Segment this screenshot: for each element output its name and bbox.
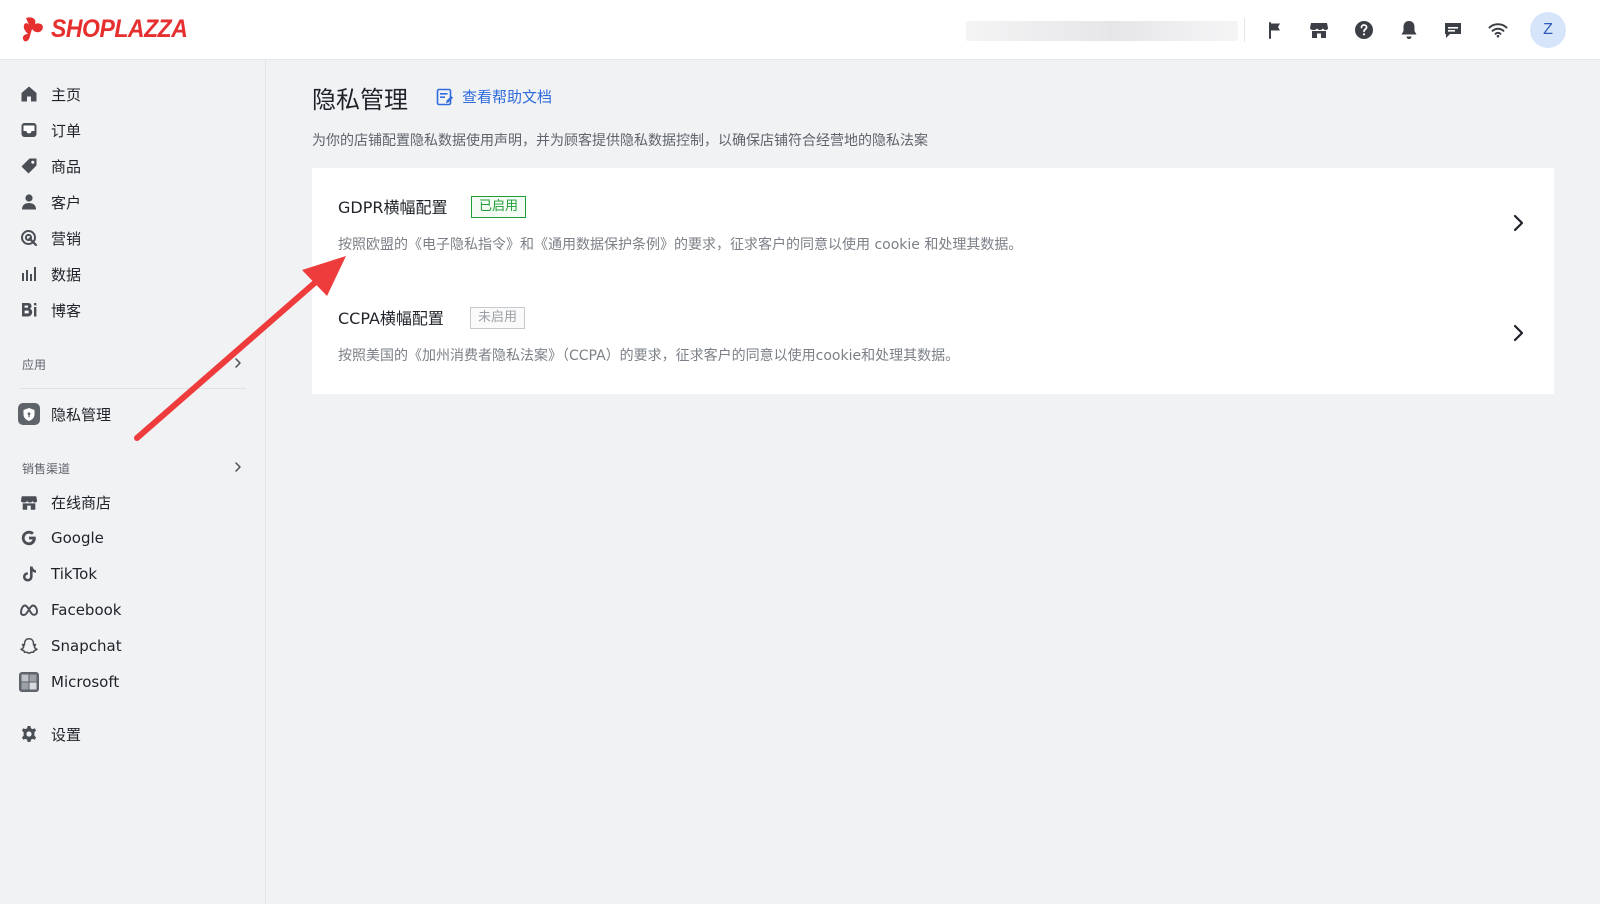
sidebar-item-home[interactable]: 主页 (18, 80, 248, 108)
microsoft-icon (18, 671, 40, 693)
sidebar-item-snapchat[interactable]: Snapchat (18, 632, 248, 660)
sales-channels-section-label[interactable]: 销售渠道 (22, 460, 70, 477)
sidebar-item-label: 隐私管理 (51, 405, 112, 424)
sidebar-item-label: 营销 (51, 229, 82, 248)
sidebar-item-label: 在线商店 (51, 493, 112, 512)
sidebar-item-label: 商品 (51, 157, 82, 176)
sidebar-item-facebook[interactable]: Facebook (18, 596, 248, 624)
bell-icon[interactable] (1397, 18, 1421, 42)
sidebar-item-online-store[interactable]: 在线商店 (18, 488, 248, 516)
chevron-right-icon[interactable] (232, 357, 244, 369)
meta-icon (18, 599, 40, 621)
status-badge-disabled: 未启用 (470, 307, 526, 329)
snapchat-icon (18, 635, 40, 657)
page-title: 隐私管理 (312, 86, 408, 114)
gdpr-banner-title: GDPR横幅配置 (338, 198, 448, 217)
help-circle-icon[interactable] (1352, 18, 1376, 42)
sidebar-item-label: Snapchat (51, 637, 122, 655)
store-icon[interactable] (1307, 18, 1331, 42)
sidebar-item-customers[interactable]: 客户 (18, 188, 248, 216)
flag-icon[interactable] (1263, 18, 1287, 42)
ccpa-banner-row[interactable]: CCPA横幅配置 未启用 按照美国的《加州消费者隐私法案》（CCPA）的要求，征… (312, 281, 1554, 394)
status-badge-enabled: 已启用 (471, 196, 527, 218)
section-divider (20, 388, 246, 389)
sidebar-item-products[interactable]: 商品 (18, 152, 248, 180)
sidebar-item-label: Google (51, 529, 104, 547)
sidebar-item-label: Facebook (51, 601, 122, 619)
shoplazza-logo-text: SHOPLAZZA (51, 15, 188, 43)
user-avatar[interactable]: Z (1530, 12, 1566, 48)
sidebar-item-tiktok[interactable]: TikTok (18, 560, 248, 588)
sidebar-item-label: TikTok (51, 565, 98, 583)
chevron-right-icon[interactable] (232, 461, 244, 473)
shoplazza-logo[interactable]: SHOPLAZZA (22, 15, 199, 44)
inbox-icon (18, 119, 40, 141)
storefront-icon (18, 491, 40, 513)
sidebar-item-label: 客户 (51, 193, 82, 212)
sidebar-item-marketing[interactable]: 营销 (18, 224, 248, 252)
sidebar-item-label: 订单 (51, 121, 82, 140)
chevron-right-icon[interactable] (1507, 322, 1529, 344)
sidebar-item-label: 主页 (51, 85, 82, 104)
chevron-right-icon[interactable] (1507, 212, 1529, 234)
privacy-icon-wrapper (18, 403, 40, 425)
page-description: 为你的店铺配置隐私数据使用声明，并为顾客提供隐私数据控制，以确保店铺符合经营地的… (312, 133, 928, 149)
home-icon (18, 83, 40, 105)
sidebar-item-privacy[interactable]: 隐私管理 (18, 400, 248, 428)
help-docs-link-label: 查看帮助文档 (462, 88, 553, 106)
sidebar-item-orders[interactable]: 订单 (18, 116, 248, 144)
top-bar: SHOPLAZZA Z (0, 0, 1600, 60)
apps-section-label[interactable]: 应用 (22, 356, 46, 373)
sidebar: 主页 订单 商品 客户 营销 数据 博客 应用 隐私管理 销售渠道 在线商店 G… (0, 60, 266, 904)
shoplazza-logo-mark-icon (22, 16, 43, 41)
help-docs-link[interactable]: 查看帮助文档 (436, 86, 552, 107)
chat-icon[interactable] (1441, 18, 1465, 42)
wifi-icon[interactable] (1486, 18, 1510, 42)
privacy-banners-card: GDPR横幅配置 已启用 按照欧盟的《电子隐私指令》和《通用数据保护条例》的要求… (312, 168, 1554, 394)
blog-icon (18, 299, 40, 321)
shield-icon (18, 403, 40, 425)
sidebar-item-label: Microsoft (51, 673, 120, 691)
gdpr-banner-description: 按照欧盟的《电子隐私指令》和《通用数据保护条例》的要求，征求客户的同意以使用 c… (338, 237, 1023, 253)
ccpa-banner-title: CCPA横幅配置 (338, 309, 444, 328)
person-icon (18, 191, 40, 213)
tiktok-icon (18, 563, 40, 585)
tag-icon (18, 155, 40, 177)
sidebar-item-microsoft[interactable]: Microsoft (18, 668, 248, 696)
topbar-divider (1244, 18, 1245, 42)
sidebar-item-label: 设置 (51, 725, 82, 744)
store-name-redacted[interactable] (966, 21, 1238, 41)
sidebar-item-blog[interactable]: 博客 (18, 296, 248, 324)
sidebar-item-label: 博客 (51, 301, 82, 320)
sidebar-item-settings[interactable]: 设置 (18, 720, 248, 748)
document-edit-icon (436, 88, 453, 105)
marketing-icon (18, 227, 40, 249)
sidebar-item-analytics[interactable]: 数据 (18, 260, 248, 288)
bar-chart-icon (18, 263, 40, 285)
gdpr-banner-row[interactable]: GDPR横幅配置 已启用 按照欧盟的《电子隐私指令》和《通用数据保护条例》的要求… (312, 168, 1554, 281)
sidebar-item-label: 数据 (51, 265, 82, 284)
google-icon (18, 527, 40, 549)
sidebar-item-google[interactable]: Google (18, 524, 248, 552)
gear-icon (18, 723, 40, 745)
ccpa-banner-description: 按照美国的《加州消费者隐私法案》（CCPA）的要求，征求客户的同意以使用cook… (338, 348, 960, 364)
